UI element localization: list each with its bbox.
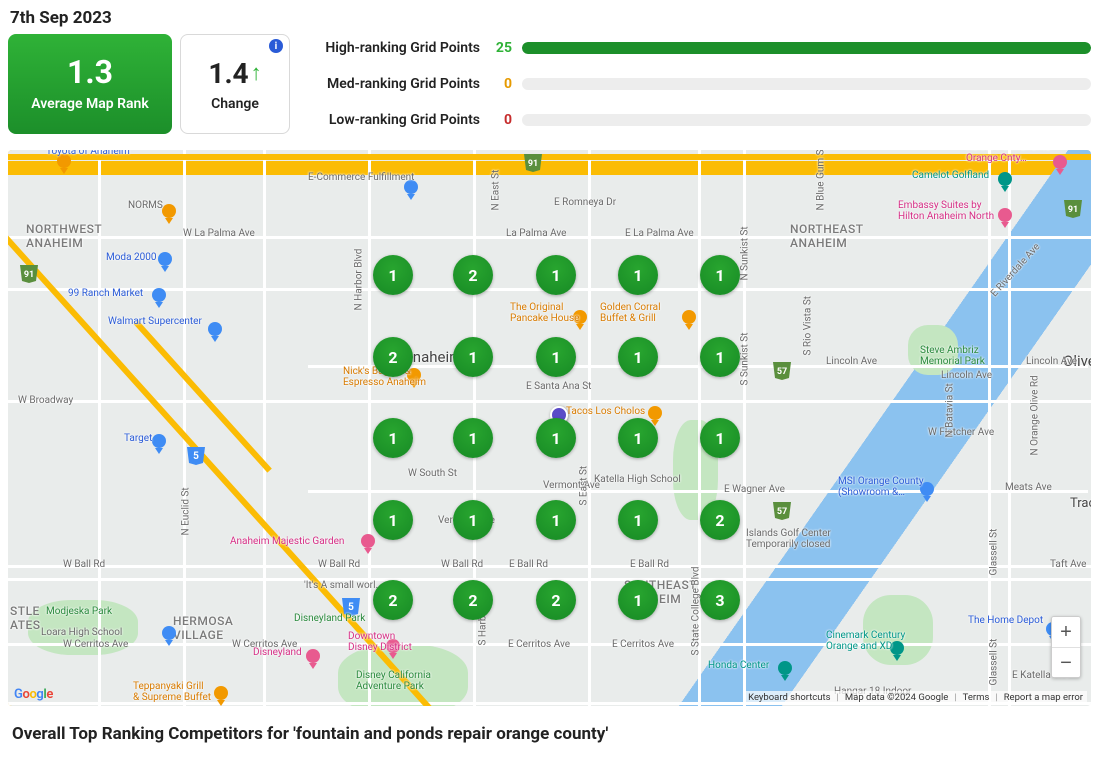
change-value: 1.4 ↑ bbox=[208, 57, 261, 90]
google-logo: Google bbox=[14, 687, 53, 702]
arrow-up-icon: ↑ bbox=[251, 60, 262, 86]
grid-node[interactable]: 2 bbox=[453, 255, 493, 295]
grid-node[interactable]: 1 bbox=[536, 255, 576, 295]
grid-node[interactable]: 2 bbox=[453, 580, 493, 620]
grid-node[interactable]: 1 bbox=[536, 337, 576, 377]
competitors-heading: Overall Top Ranking Competitors for 'fou… bbox=[12, 724, 1091, 744]
grid-node[interactable]: 1 bbox=[453, 337, 493, 377]
report-error-link[interactable]: Report a map error bbox=[995, 692, 1083, 703]
grid-node[interactable]: 1 bbox=[536, 418, 576, 458]
change-label: Change bbox=[211, 96, 259, 112]
grid-node[interactable]: 1 bbox=[453, 500, 493, 540]
terms-link[interactable]: Terms bbox=[954, 692, 989, 703]
grid-node[interactable]: 1 bbox=[536, 500, 576, 540]
map[interactable]: 5 5 57 57 91 91 91 NORTHWEST ANAHEIM NOR… bbox=[8, 150, 1091, 706]
med-rank-bar: Med-ranking Grid Points 0 bbox=[298, 76, 1091, 92]
grid-node[interactable]: 1 bbox=[700, 255, 740, 295]
stats-row: 1.3 Average Map Rank i 1.4 ↑ Change High… bbox=[8, 34, 1091, 134]
grid-node[interactable]: 1 bbox=[618, 255, 658, 295]
rank-bars: High-ranking Grid Points 25 Med-ranking … bbox=[298, 34, 1091, 134]
avg-rank-card: 1.3 Average Map Rank bbox=[8, 34, 172, 134]
grid-node[interactable]: 3 bbox=[700, 580, 740, 620]
grid-node[interactable]: 1 bbox=[618, 500, 658, 540]
avg-rank-label: Average Map Rank bbox=[31, 96, 149, 112]
grid-node[interactable]: 1 bbox=[373, 500, 413, 540]
grid-node[interactable]: 1 bbox=[700, 418, 740, 458]
grid-node[interactable]: 2 bbox=[700, 500, 740, 540]
change-card: i 1.4 ↑ Change bbox=[180, 34, 290, 134]
grid-node[interactable]: 1 bbox=[618, 337, 658, 377]
grid-node[interactable]: 1 bbox=[700, 337, 740, 377]
zoom-out-button[interactable]: − bbox=[1052, 647, 1080, 677]
zoom-control: + − bbox=[1051, 616, 1081, 678]
grid-node[interactable]: 1 bbox=[373, 418, 413, 458]
low-rank-bar: Low-ranking Grid Points 0 bbox=[298, 112, 1091, 128]
zoom-in-button[interactable]: + bbox=[1052, 617, 1080, 647]
high-rank-bar: High-ranking Grid Points 25 bbox=[298, 40, 1091, 56]
report-date: 7th Sep 2023 bbox=[10, 8, 1091, 28]
grid-node[interactable]: 1 bbox=[373, 255, 413, 295]
rank-grid: 1211121111111111111222213 bbox=[8, 150, 1091, 706]
avg-rank-value: 1.3 bbox=[67, 56, 113, 88]
grid-node[interactable]: 2 bbox=[536, 580, 576, 620]
keyboard-shortcuts-link[interactable]: Keyboard shortcuts bbox=[748, 692, 830, 703]
grid-node[interactable]: 1 bbox=[618, 418, 658, 458]
grid-node[interactable]: 2 bbox=[373, 580, 413, 620]
high-fill bbox=[522, 42, 1091, 54]
grid-node[interactable]: 2 bbox=[373, 337, 413, 377]
info-icon[interactable]: i bbox=[269, 39, 283, 53]
map-data: Map data ©2024 Google bbox=[837, 692, 949, 703]
grid-node[interactable]: 1 bbox=[453, 418, 493, 458]
map-attribution: Keyboard shortcuts Map data ©2024 Google… bbox=[744, 691, 1087, 704]
grid-node[interactable]: 1 bbox=[618, 580, 658, 620]
